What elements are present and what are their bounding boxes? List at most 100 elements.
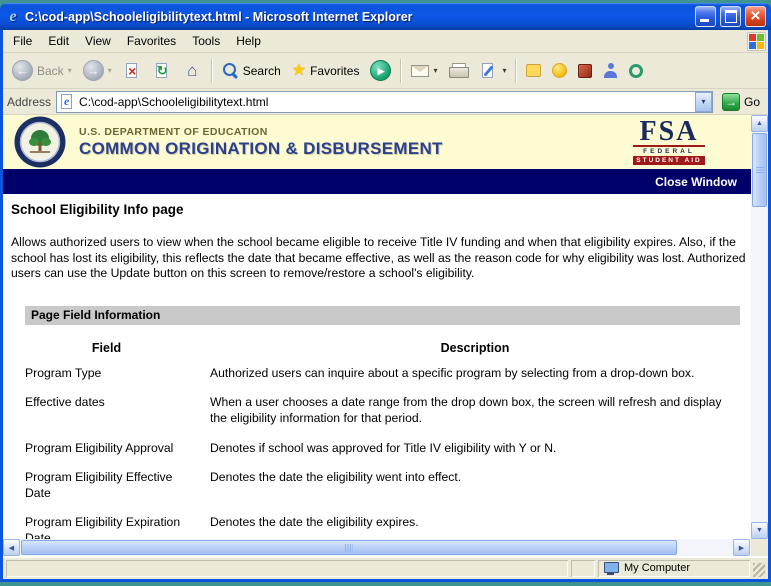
section-header: Page Field Information: [25, 306, 740, 325]
scroll-right-icon[interactable]: ▶: [733, 539, 750, 556]
menu-bar: File Edit View Favorites Tools Help: [3, 30, 768, 53]
address-field[interactable]: e ▾: [56, 91, 713, 113]
browser-window: e C:\cod-app\Schooleligibilitytext.html …: [0, 3, 771, 582]
go-button[interactable]: → Go: [718, 93, 764, 111]
table-row: Program Eligibility Approval Denotes if …: [25, 434, 740, 464]
go-arrow-icon: →: [722, 93, 740, 111]
forward-button[interactable]: → ▾: [78, 57, 117, 84]
print-button[interactable]: [443, 60, 473, 82]
media-button[interactable]: ▸: [365, 57, 396, 84]
security-zone-panel: My Computer: [598, 560, 750, 577]
minimize-button[interactable]: [695, 6, 716, 27]
contacts-button[interactable]: [598, 60, 623, 81]
toolbar-separator: [211, 59, 213, 83]
research-button[interactable]: [624, 61, 648, 81]
fsa-logo: FSA FEDERAL STUDENT AID: [633, 119, 705, 166]
menu-file[interactable]: File: [5, 31, 40, 51]
intro-paragraph: Allows authorized users to view when the…: [11, 235, 747, 282]
address-input[interactable]: [79, 93, 695, 111]
discuss-button[interactable]: [521, 61, 546, 80]
horizontal-scroll-thumb[interactable]: [21, 540, 677, 555]
messenger-icon: [552, 63, 567, 78]
search-button[interactable]: Search: [217, 59, 286, 82]
maximize-button[interactable]: [720, 6, 741, 27]
field-cell: Program Eligibility Expiration Date: [25, 508, 210, 539]
zone-label: My Computer: [624, 562, 690, 574]
edit-icon: [479, 62, 498, 80]
menu-edit[interactable]: Edit: [40, 31, 77, 51]
menu-tools[interactable]: Tools: [184, 31, 228, 51]
address-label: Address: [7, 95, 51, 109]
title-bar[interactable]: e C:\cod-app\Schooleligibilitytext.html …: [0, 3, 771, 30]
menu-view[interactable]: View: [77, 31, 119, 51]
refresh-button[interactable]: ↻: [148, 59, 177, 83]
field-info-table: Field Description Program Type Authorize…: [25, 335, 740, 539]
address-bar: Address e ▾ → Go: [3, 89, 768, 115]
close-window-link[interactable]: Close Window: [655, 175, 737, 189]
edit-button[interactable]: ▾: [474, 59, 511, 83]
field-column-header: Field: [25, 335, 210, 359]
status-message-panel: [6, 560, 568, 577]
favorites-star-icon: ★: [292, 63, 306, 79]
scroll-left-icon[interactable]: ◀: [3, 539, 20, 556]
back-label: Back: [37, 64, 64, 78]
back-icon: ←: [12, 60, 33, 81]
page-icon: e: [60, 93, 75, 110]
page-title: School Eligibility Info page: [11, 202, 743, 217]
address-dropdown-button[interactable]: ▾: [695, 92, 712, 112]
description-column-header: Description: [210, 335, 740, 359]
favorites-button[interactable]: ★ Favorites: [287, 60, 365, 82]
go-label: Go: [744, 95, 760, 109]
contacts-icon: [603, 63, 618, 78]
messenger-button[interactable]: [547, 60, 572, 81]
page-nav-bar: Close Window: [3, 169, 751, 194]
forward-dropdown-icon: ▾: [108, 66, 112, 75]
search-icon: [222, 62, 239, 79]
table-row: Program Type Authorized users can inquir…: [25, 359, 740, 389]
standard-toolbar: ← Back ▾ → ▾ × ↻ ⌂ Search ★: [3, 53, 768, 89]
horizontal-scrollbar-row: ◀ ▶: [3, 539, 768, 556]
description-cell: Denotes if school was approved for Title…: [210, 434, 740, 464]
refresh-icon: ↻: [153, 62, 172, 80]
resize-grip[interactable]: [753, 563, 765, 577]
table-row: Program Eligibility Effective Date Denot…: [25, 463, 740, 508]
description-cell: Denotes the date the eligibility expires…: [210, 508, 740, 539]
field-cell: Effective dates: [25, 388, 210, 433]
back-button[interactable]: ← Back ▾: [7, 57, 77, 84]
scroll-up-icon[interactable]: ▲: [751, 115, 768, 132]
home-button[interactable]: ⌂: [178, 59, 207, 83]
scrollbar-corner: [751, 539, 768, 556]
mail-button[interactable]: ▾: [406, 62, 442, 80]
description-cell: Authorized users can inquire about a spe…: [210, 359, 740, 389]
toolbar-separator: [515, 59, 517, 83]
education-seal-icon: [14, 116, 66, 171]
research-icon: [629, 64, 643, 78]
fsa-student-aid-text: STUDENT AID: [633, 156, 705, 165]
field-cell: Program Eligibility Effective Date: [25, 463, 210, 508]
discuss-icon: [526, 64, 541, 77]
stop-button[interactable]: ×: [118, 59, 147, 83]
menu-help[interactable]: Help: [228, 31, 269, 51]
addon-button[interactable]: [573, 61, 597, 81]
scroll-down-icon[interactable]: ▼: [751, 522, 768, 539]
ie-logo-icon: e: [5, 8, 21, 26]
department-branding: U.S. DEPARTMENT OF EDUCATION COMMON ORIG…: [79, 126, 443, 159]
page-body: School Eligibility Info page Allows auth…: [3, 194, 751, 539]
toolbar-separator: [400, 59, 402, 83]
fsa-text: FSA: [633, 119, 705, 146]
window-title: C:\cod-app\Schooleligibilitytext.html - …: [25, 10, 691, 24]
home-icon: ⌂: [183, 62, 202, 80]
menu-favorites[interactable]: Favorites: [119, 31, 184, 51]
media-icon: ▸: [370, 60, 391, 81]
vertical-scrollbar[interactable]: ▲ ▼: [751, 115, 768, 539]
favorites-label: Favorites: [310, 64, 359, 78]
vertical-scroll-track[interactable]: [751, 207, 768, 522]
field-cell: Program Type: [25, 359, 210, 389]
app-name: COMMON ORIGINATION & DISBURSEMENT: [79, 139, 443, 159]
description-cell: When a user chooses a date range from th…: [210, 388, 740, 433]
vertical-scroll-thumb[interactable]: [752, 133, 767, 207]
fsa-federal-text: FEDERAL: [633, 145, 705, 155]
close-button[interactable]: [745, 6, 766, 27]
horizontal-scrollbar[interactable]: ◀ ▶: [3, 539, 751, 556]
horizontal-scroll-track[interactable]: [677, 539, 733, 556]
